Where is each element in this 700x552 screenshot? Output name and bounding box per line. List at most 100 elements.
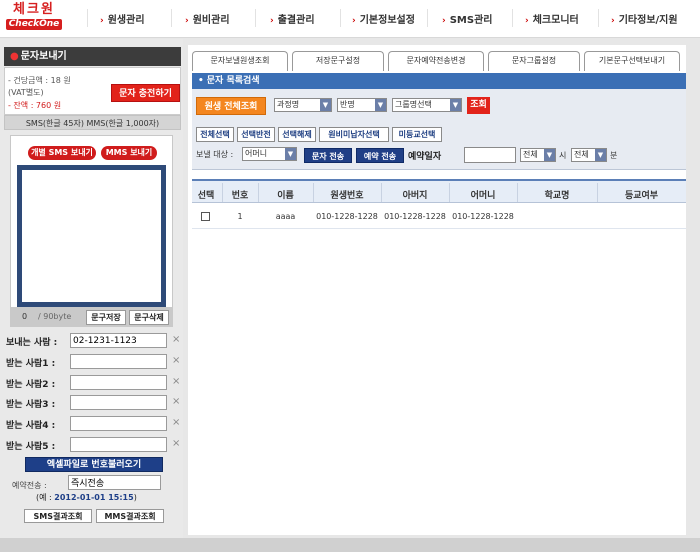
chevron-right-icon: ›: [270, 16, 274, 26]
recipient-label: 받는 사람2 :: [6, 380, 56, 390]
chevron-right-icon: ›: [100, 16, 104, 26]
column-header: 등교여부: [624, 191, 659, 201]
column-header: 번호: [231, 191, 249, 201]
recipient-row: 받는 사람5 : ×: [6, 437, 183, 453]
recipient-input[interactable]: [70, 437, 167, 452]
hour-select[interactable]: 전체 ▼: [520, 148, 556, 162]
clear-icon[interactable]: ×: [172, 334, 180, 345]
chevron-down-icon: ▼: [450, 99, 461, 111]
mms-button[interactable]: MMS 보내기: [101, 146, 157, 160]
table-row[interactable]: 1 aaaa 010-1228-1228 010-1228-1228 010-1…: [192, 203, 686, 229]
mms-result-button[interactable]: MMS결과조회: [96, 509, 164, 523]
recipient-input[interactable]: [70, 354, 167, 369]
sms-compose-panel: ● 문자보내기 - 건당금액 : 18 원 (VAT별도) - 잔액 : 760 …: [0, 39, 183, 552]
cell-student-phone: 010-1228-1228: [316, 212, 378, 221]
column-header: 어머니: [470, 191, 496, 201]
nav-divider: [340, 9, 341, 27]
query-button[interactable]: 조회: [467, 97, 490, 114]
column-header: 이름: [277, 191, 294, 201]
individual-sms-button[interactable]: 개별 SMS 보내기: [28, 146, 96, 160]
reserve-date-input[interactable]: [464, 147, 516, 163]
nav-item-label: 기본정보설정: [359, 15, 415, 26]
logo-brand-text: CheckOne: [6, 19, 62, 30]
chevron-right-icon: ›: [352, 16, 356, 26]
tab-group-settings[interactable]: 문자그룹설정: [488, 51, 580, 71]
recipient-row: 받는 사람2 : ×: [6, 375, 183, 391]
clear-selection-button[interactable]: 선택해제: [278, 127, 316, 142]
cell-mother-phone: 010-1228-1228: [452, 212, 514, 221]
clear-icon[interactable]: ×: [172, 438, 180, 449]
reserve-send-button[interactable]: 예약 전송: [356, 148, 404, 163]
recipient-row: 받는 사람4 : ×: [6, 416, 183, 432]
nav-item-tuition-management[interactable]: › 원비관리: [185, 11, 230, 26]
select-absent-button[interactable]: 미등교선택: [392, 127, 442, 142]
nav-item-attendance-management[interactable]: › 출결관리: [270, 11, 315, 26]
delete-phrase-button[interactable]: 문구삭제: [129, 310, 169, 325]
sender-input[interactable]: [70, 333, 167, 348]
column-header: 학교명: [544, 191, 570, 201]
chevron-down-icon: ▼: [595, 149, 606, 161]
nav-divider: [427, 9, 428, 27]
recipient-label: 받는 사람3 :: [6, 400, 56, 410]
panel-title: ● 문자보내기: [4, 47, 181, 66]
tab-reserve-change[interactable]: 문자예약전송변경: [388, 51, 484, 71]
send-target-select[interactable]: 어머니 ▼: [242, 147, 297, 161]
minute-select-value: 전체: [574, 150, 589, 159]
nav-item-student-management[interactable]: › 원생관리: [100, 11, 145, 26]
recipient-row: 받는 사람1 : ×: [6, 354, 183, 370]
tab-basic-phrase-send[interactable]: 기본문구선택보내기: [584, 51, 680, 71]
select-unpaid-button[interactable]: 원비미납자선택: [319, 127, 389, 142]
invert-selection-button[interactable]: 선택반전: [237, 127, 275, 142]
column-header: 아버지: [402, 191, 428, 201]
recipient-input[interactable]: [70, 375, 167, 390]
search-all-students-button[interactable]: 원생 전체조회: [196, 97, 266, 115]
byte-counter-bar: 0 / 90byte 문구저장 문구삭제: [10, 307, 173, 327]
send-target-value: 어머니: [245, 149, 268, 158]
bullet-icon: ●: [10, 51, 19, 62]
send-sms-button[interactable]: 문자 전송: [304, 148, 352, 163]
clear-icon[interactable]: ×: [172, 355, 180, 366]
reserve-send-label: 예약전송 :: [12, 481, 47, 490]
group-select[interactable]: 그룹명선택 ▼: [392, 98, 462, 112]
nav-item-check-monitor[interactable]: › 체크모니터: [525, 11, 579, 26]
chevron-down-icon: ▼: [320, 99, 331, 111]
class-select[interactable]: 반명 ▼: [337, 98, 387, 112]
logo-korean-text: 체크원: [13, 2, 55, 17]
byte-max: / 90byte: [38, 312, 72, 321]
reserve-example-value: 2012-01-01 15:15: [54, 493, 134, 502]
clear-icon[interactable]: ×: [172, 417, 180, 428]
checkone-logo[interactable]: 체크원 CheckOne: [6, 3, 62, 33]
nav-item-sms-management[interactable]: › SMS관리: [442, 11, 492, 26]
clear-icon[interactable]: ×: [172, 396, 180, 407]
reserve-send-input[interactable]: [68, 475, 161, 490]
sms-result-button[interactable]: SMS결과조회: [24, 509, 92, 523]
search-filter-box: 원생 전체조회 과정명 ▼ 반명 ▼ 그룹명선택 ▼ 조회 전체선택 선택반전 선택해…: [192, 89, 686, 170]
recipient-label: 받는 사람5 :: [6, 442, 56, 452]
excel-import-button[interactable]: 엑셀파일로 번호불러오기: [25, 457, 163, 472]
sms-type-info: SMS(한글 45자) MMS(한글 1,000자): [4, 115, 181, 130]
minute-select[interactable]: 전체 ▼: [571, 148, 607, 162]
clear-icon[interactable]: ×: [172, 376, 180, 387]
column-header: 선택: [197, 191, 215, 201]
row-checkbox[interactable]: [201, 212, 210, 221]
message-textarea[interactable]: [22, 170, 161, 302]
nav-divider: [87, 9, 88, 27]
nav-divider: [171, 9, 172, 27]
send-target-label: 보낼 대상 :: [196, 150, 234, 159]
chevron-right-icon: ›: [442, 16, 446, 26]
nav-item-basic-settings[interactable]: › 기본정보설정: [352, 11, 415, 26]
select-all-button[interactable]: 전체선택: [196, 127, 234, 142]
minute-unit: 분: [610, 151, 618, 160]
top-navigation: 체크원 CheckOne › 원생관리 › 원비관리 › 출결관리 › 기본정보설정 ›…: [0, 0, 700, 38]
recipient-input[interactable]: [70, 395, 167, 410]
course-select[interactable]: 과정명 ▼: [274, 98, 332, 112]
hour-select-value: 전체: [523, 150, 538, 159]
recipient-input[interactable]: [70, 416, 167, 431]
tab-saved-phrases[interactable]: 저장문구설정: [292, 51, 384, 71]
charge-button[interactable]: 문자 충전하기: [111, 84, 180, 102]
save-phrase-button[interactable]: 문구저장: [86, 310, 126, 325]
nav-item-other-info[interactable]: › 기타정보/지원: [611, 11, 678, 26]
section-header: • 문자 목록검색: [192, 73, 686, 89]
reserve-example-prefix: (예 :: [36, 493, 55, 502]
tab-student-lookup[interactable]: 문자보낼원생조회: [192, 51, 288, 71]
